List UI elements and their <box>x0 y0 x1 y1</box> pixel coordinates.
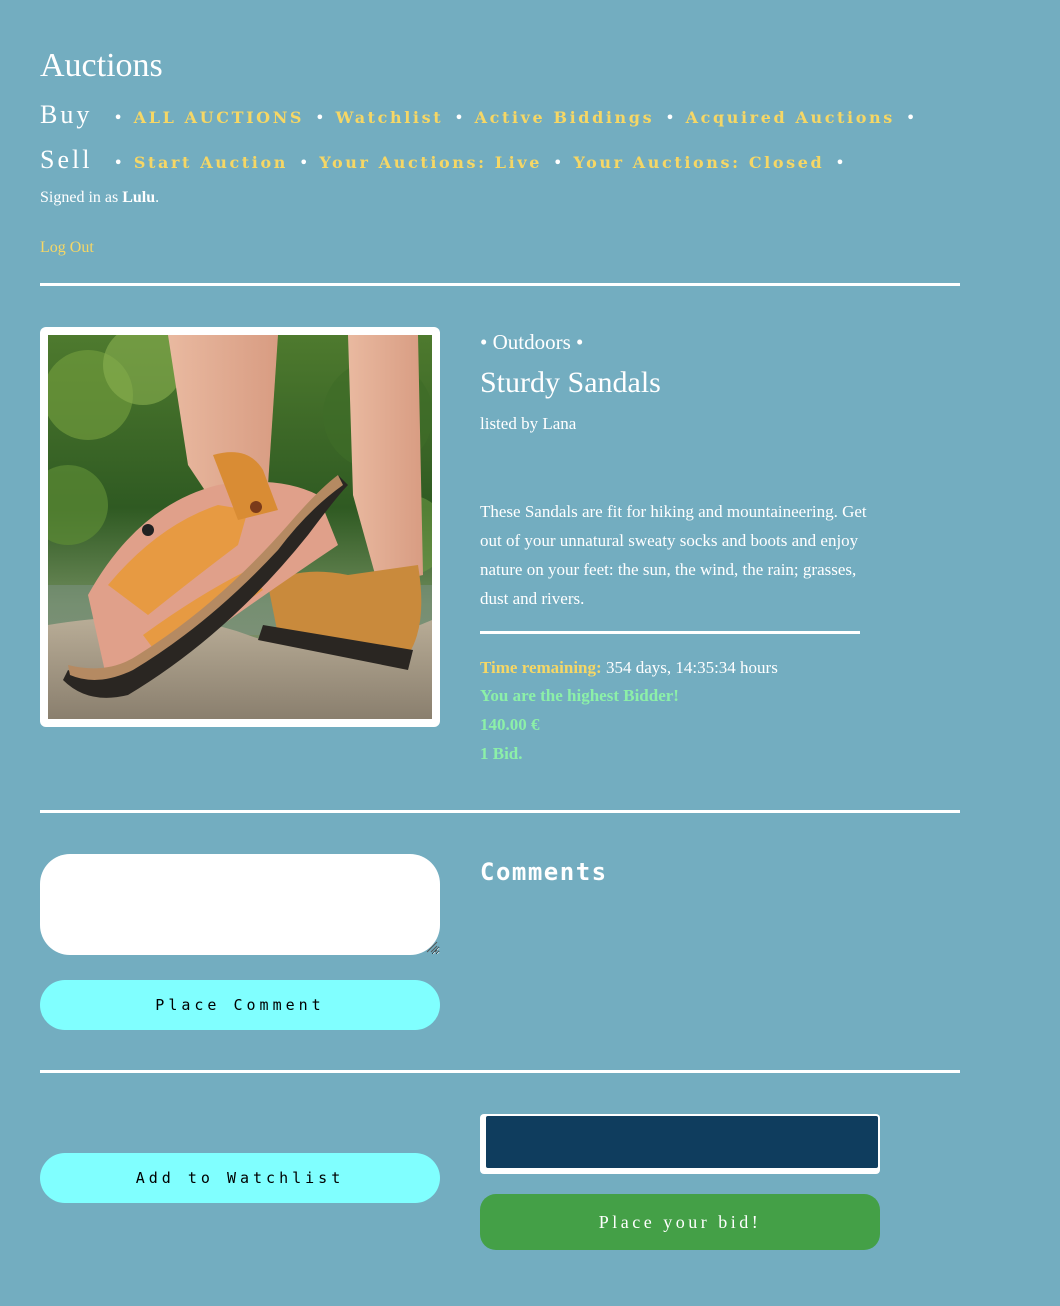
listing-description: These Sandals are fit for hiking and mou… <box>480 502 867 608</box>
highest-bidder-status: You are the highest Bidder! <box>480 686 679 705</box>
nav-separator: • <box>905 108 916 127</box>
nav-separator: • <box>835 153 845 172</box>
comment-input[interactable] <box>40 854 440 955</box>
sandals-photo-illustration <box>48 335 432 719</box>
nav-separator: • <box>315 108 325 127</box>
bid-amount-input[interactable] <box>486 1116 878 1168</box>
buy-nav: Buy • ALL AUCTIONS • Watchlist • Active … <box>40 100 926 130</box>
listing-image-frame <box>40 327 440 727</box>
nav-link-active-biddings[interactable]: Active Biddings <box>475 108 655 127</box>
nav-separator: • <box>454 108 464 127</box>
section-divider <box>40 810 960 813</box>
details-divider <box>480 631 860 634</box>
logout-link[interactable]: Log Out <box>40 239 94 257</box>
section-divider <box>40 283 960 286</box>
nav-separator: • <box>553 153 563 172</box>
nav-link-all-auctions[interactable]: ALL AUCTIONS <box>134 108 304 127</box>
listing-author: listed by Lana <box>480 414 577 433</box>
current-price: 140.00 € <box>480 715 540 734</box>
time-remaining-label: Time remaining: <box>480 658 602 677</box>
signed-in-status: Signed in as Lulu. <box>40 189 159 207</box>
place-comment-button[interactable]: Place Comment <box>40 980 440 1030</box>
place-bid-button[interactable]: Place your bid! <box>480 1194 880 1250</box>
sell-nav: Sell • Start Auction • Your Auctions: Li… <box>40 145 856 175</box>
signed-in-prefix: Signed in as <box>40 189 123 206</box>
nav-link-your-auctions-closed[interactable]: Your Auctions: Closed <box>573 153 824 172</box>
site-title: Auctions <box>40 47 163 84</box>
nav-separator: • <box>113 108 123 127</box>
time-remaining-value: 354 days, 14:35:34 hours <box>601 658 778 677</box>
resize-grip-icon[interactable] <box>424 939 438 953</box>
signed-in-suffix: . <box>155 189 160 206</box>
nav-separator: • <box>113 153 123 172</box>
sell-nav-heading: Sell <box>40 145 93 174</box>
section-divider <box>40 1070 960 1073</box>
nav-link-start-auction[interactable]: Start Auction <box>134 153 288 172</box>
signed-in-username: Lulu <box>122 189 156 206</box>
buy-nav-heading: Buy <box>40 100 93 129</box>
bid-count: 1 Bid. <box>480 744 523 763</box>
nav-link-acquired-auctions[interactable]: Acquired Auctions <box>686 108 895 127</box>
nav-link-watchlist[interactable]: Watchlist <box>336 108 444 127</box>
comments-heading: Comments <box>480 858 608 886</box>
bid-input-frame <box>480 1114 880 1174</box>
nav-separator: • <box>298 153 309 172</box>
nav-link-your-auctions-live[interactable]: Your Auctions: Live <box>319 153 542 172</box>
listing-image <box>48 335 432 719</box>
nav-separator: • <box>665 108 675 127</box>
add-to-watchlist-button[interactable]: Add to Watchlist <box>40 1153 440 1203</box>
time-remaining: Time remaining: 354 days, 14:35:34 hours <box>480 658 778 678</box>
listing-title: Sturdy Sandals <box>480 366 661 399</box>
listing-category: • Outdoors • <box>480 330 584 354</box>
